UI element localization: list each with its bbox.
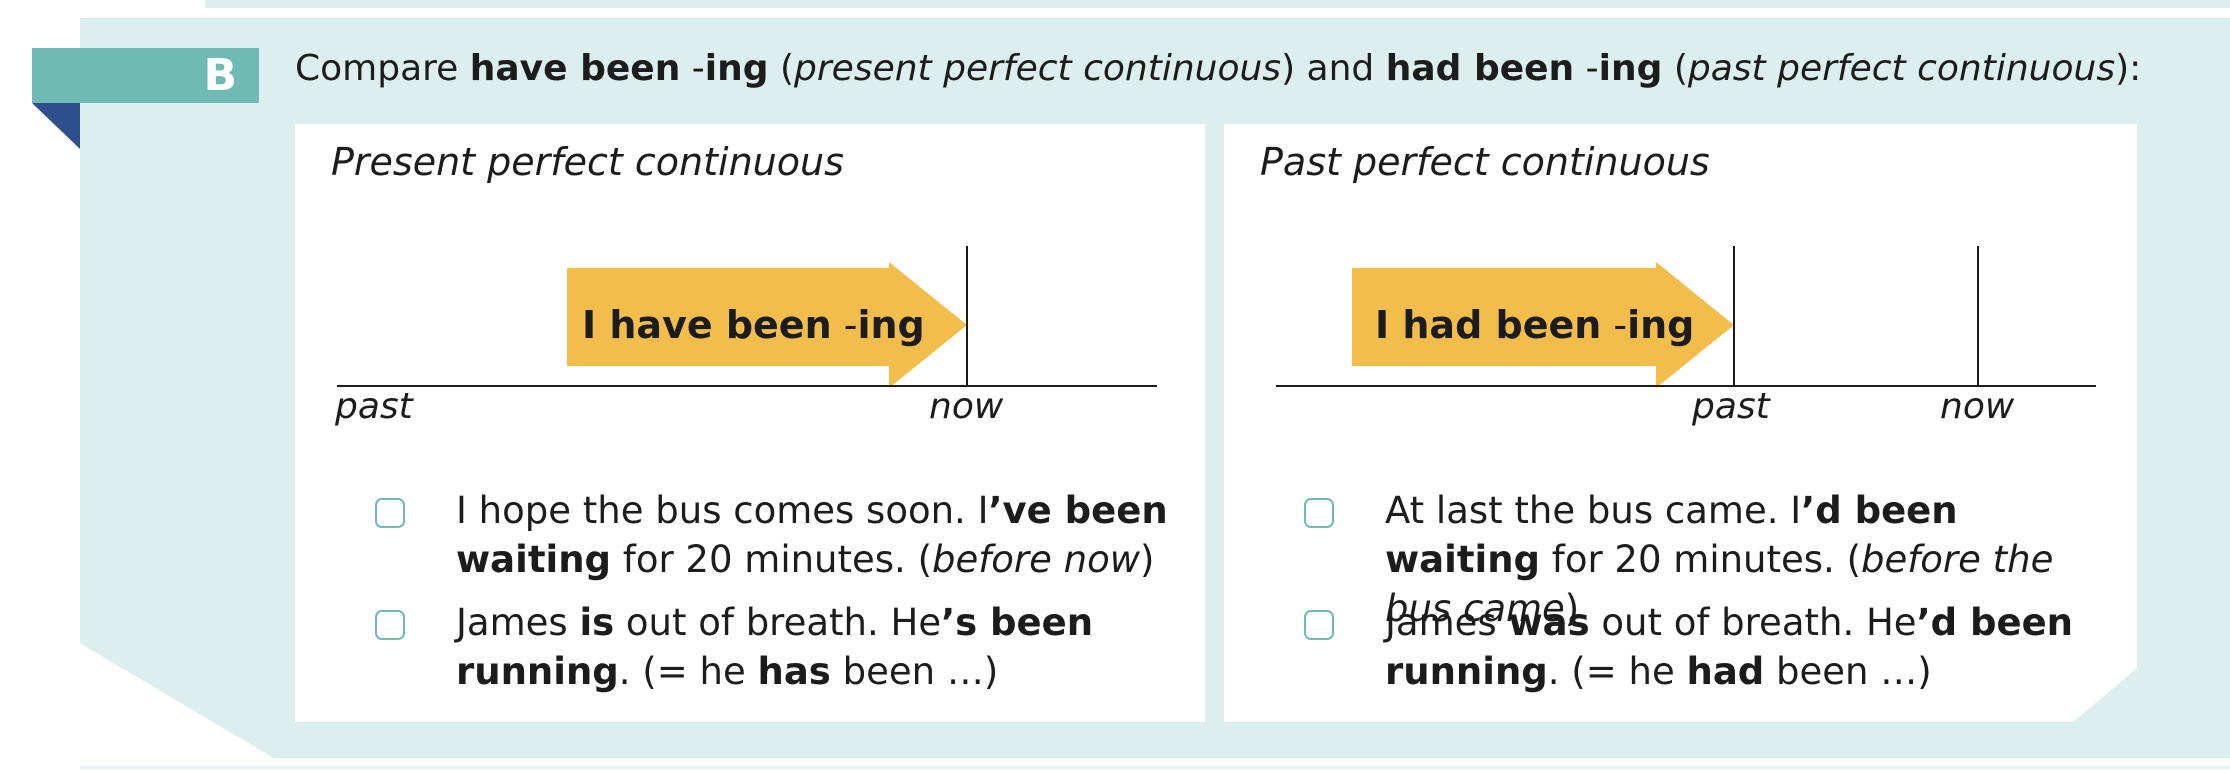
arrow-label-dash: - — [1601, 303, 1628, 347]
example-item: I hope the bus comes soon. I’ve been wai… — [375, 486, 1168, 586]
heading-ing: ing — [1598, 48, 1663, 89]
example-text-part: for 20 minutes. ( — [1540, 538, 1861, 581]
example-text-part: for 20 minutes. ( — [611, 538, 932, 581]
timeline-arrow-label: I have been -ing — [582, 295, 925, 355]
example-text-part: . (= he — [1547, 650, 1687, 693]
example-text: James was out of breath. He’d been runni… — [1385, 598, 2105, 696]
example-text-bold: was — [1508, 601, 1590, 644]
example-text-bold: had — [1686, 650, 1765, 693]
badge-tail-icon — [32, 103, 80, 149]
arrow-label-bold: I have been — [582, 303, 832, 347]
checkbox[interactable] — [1304, 498, 1334, 528]
timeline-label-past: past — [1692, 386, 1770, 427]
heading-ing: ing — [704, 48, 769, 89]
heading-close: ): — [2115, 48, 2142, 89]
timeline-diagram — [1276, 246, 2096, 388]
example-text-note: before now — [932, 538, 1140, 581]
example-text-part: I hope the bus comes soon. I — [456, 489, 989, 532]
checkbox[interactable] — [375, 610, 405, 640]
arrow-label-ing: ing — [857, 303, 925, 347]
arrow-label-dash: - — [831, 303, 858, 347]
example-text-part: James — [1385, 601, 1509, 644]
heading-tense-present: present perfect continuous — [794, 48, 1282, 89]
heading-compare: Compare — [295, 48, 470, 89]
example-item: At last the bus came. I’d been waiting f… — [1304, 486, 2084, 630]
top-strip — [205, 0, 2230, 8]
heading-tense-past: past perfect continuous — [1687, 48, 2116, 89]
heading-dash: - — [680, 48, 705, 89]
present-perfect-continuous-panel: Present perfect continuous I have been -… — [295, 124, 1205, 722]
section-badge: B — [32, 48, 259, 103]
heading-form-had-been: had been — [1385, 48, 1575, 89]
heading-paren: ( — [1662, 48, 1688, 89]
timeline-arrow-label: I had been -ing — [1375, 295, 1694, 355]
section-heading: Compare have been -ing (present perfect … — [295, 44, 2141, 94]
example-text-bold: has — [757, 650, 831, 693]
example-text-part: out of breath. He — [1589, 601, 1917, 644]
bottom-divider — [80, 766, 2230, 769]
arrow-label-bold: I had been — [1375, 303, 1602, 347]
timeline-label-now: now — [1940, 386, 2015, 427]
checkbox[interactable] — [375, 498, 405, 528]
heading-form-have-been: have been — [469, 48, 681, 89]
example-text-bold: is — [579, 601, 615, 644]
example-text-part: James — [456, 601, 580, 644]
example-text-part: At last the bus came. I — [1385, 489, 1802, 532]
example-text-part: been …) — [830, 650, 999, 693]
checkbox[interactable] — [1304, 610, 1334, 640]
timeline-label-now: now — [929, 386, 1004, 427]
past-perfect-continuous-panel: Past perfect continuous I had been -ing … — [1224, 124, 2137, 722]
example-text-part: out of breath. He — [614, 601, 942, 644]
timeline-diagram — [337, 246, 1157, 388]
arrow-label-ing: ing — [1627, 303, 1695, 347]
example-text-part: . (= he — [618, 650, 758, 693]
section-letter: B — [203, 50, 237, 101]
example-text-part: ) — [1140, 538, 1155, 581]
heading-and: ) and — [1281, 48, 1386, 89]
example-item: James is out of breath. He’s been runnin… — [375, 598, 1155, 698]
example-item: James was out of breath. He’d been runni… — [1304, 598, 2084, 698]
heading-paren: ( — [768, 48, 795, 89]
example-text: James is out of breath. He’s been runnin… — [456, 598, 1176, 696]
heading-dash: - — [1574, 48, 1599, 89]
example-text: I hope the bus comes soon. I’ve been wai… — [456, 486, 1176, 584]
timeline-label-past: past — [335, 386, 413, 427]
example-text-part: been …) — [1764, 650, 1932, 693]
